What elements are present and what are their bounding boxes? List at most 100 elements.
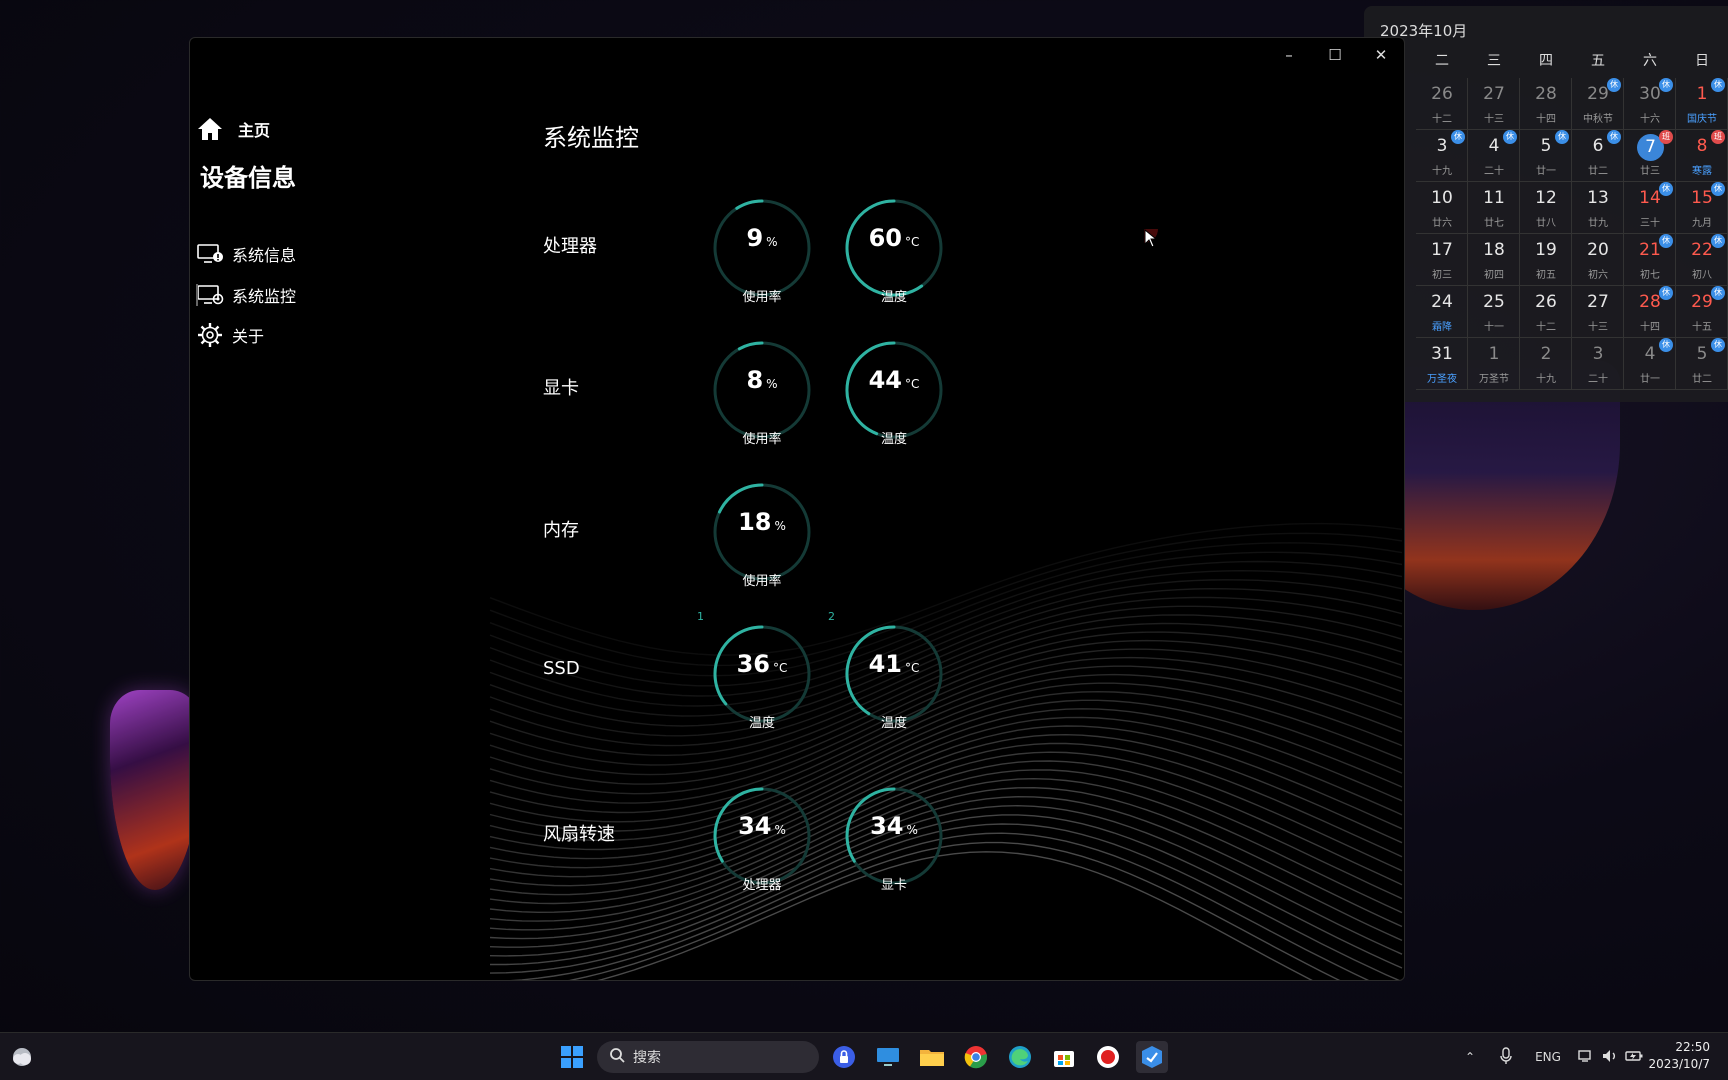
gauge-caption: 温度 bbox=[748, 716, 775, 731]
calendar-day[interactable]: 22 初八休 bbox=[1676, 234, 1728, 286]
calendar-day[interactable]: 29 中秋节休 bbox=[1572, 78, 1624, 130]
sidebar-item-label: 系统监控 bbox=[232, 287, 297, 306]
calendar-lunar-label: 十九 bbox=[1432, 166, 1452, 177]
calendar-day[interactable]: 27 十三 bbox=[1572, 286, 1624, 338]
gauge-fan-gpu: 34% 显卡 bbox=[842, 784, 946, 894]
start-button[interactable] bbox=[556, 1041, 588, 1073]
calendar-day[interactable]: 21 初七休 bbox=[1624, 234, 1676, 286]
holiday-badge: 休 bbox=[1711, 338, 1725, 352]
calendar-day[interactable]: 15 九月休 bbox=[1676, 182, 1728, 234]
calendar-lunar-label: 廿二 bbox=[1692, 374, 1712, 385]
wave-line bbox=[489, 699, 1403, 851]
gauge-cpu-temperature: 60 °C 温度 bbox=[842, 196, 946, 306]
calendar-day[interactable]: 8 寒露班 bbox=[1676, 130, 1728, 182]
input-language[interactable]: ENG bbox=[1528, 1050, 1568, 1064]
calendar-day[interactable]: 11 廿七 bbox=[1468, 182, 1520, 234]
gear-icon bbox=[196, 322, 224, 348]
wave-line bbox=[510, 832, 1370, 980]
wave-line bbox=[489, 708, 1403, 860]
calendar-day[interactable]: 27 十三 bbox=[1468, 78, 1520, 130]
calendar-day[interactable]: 5 廿二休 bbox=[1676, 338, 1728, 390]
battery-icon[interactable] bbox=[1622, 1050, 1646, 1065]
calendar-lunar-label: 十一 bbox=[1484, 322, 1504, 333]
wave-line bbox=[489, 614, 1403, 757]
edge-icon[interactable] bbox=[1004, 1041, 1036, 1073]
calendar-day-number: 18 bbox=[1483, 240, 1505, 260]
calendar-day[interactable]: 18 初四 bbox=[1468, 234, 1520, 286]
file-explorer-icon[interactable] bbox=[916, 1041, 948, 1073]
wave-line bbox=[489, 631, 1403, 776]
calendar-day[interactable]: 4 二十休 bbox=[1468, 130, 1520, 182]
calendar-day[interactable]: 12 廿八 bbox=[1520, 182, 1572, 234]
calendar-day[interactable]: 31 万圣夜 bbox=[1416, 338, 1468, 390]
calendar-day[interactable]: 29 十五休 bbox=[1676, 286, 1728, 338]
calendar-day[interactable]: 1 国庆节休 bbox=[1676, 78, 1728, 130]
calendar-day[interactable]: 5 廿一休 bbox=[1520, 130, 1572, 182]
taskbar-search-box[interactable]: 搜索 bbox=[597, 1041, 819, 1073]
gauge-value: 34% bbox=[738, 812, 786, 840]
calendar-day[interactable]: 30 十六休 bbox=[1624, 78, 1676, 130]
calendar-day[interactable]: 26 十二 bbox=[1416, 78, 1468, 130]
calendar-day[interactable]: 14 三十休 bbox=[1624, 182, 1676, 234]
calendar-day-today[interactable]: 7 廿三班 bbox=[1624, 130, 1676, 182]
volume-icon[interactable] bbox=[1598, 1049, 1622, 1066]
calendar-day[interactable]: 25 十一 bbox=[1468, 286, 1520, 338]
taskbar-clock[interactable]: 22:50 2023/10/7 bbox=[1648, 1039, 1710, 1073]
holiday-badge: 休 bbox=[1659, 78, 1673, 92]
calendar-day-number: 26 bbox=[1535, 292, 1557, 312]
close-button[interactable]: ✕ bbox=[1358, 38, 1404, 72]
calendar-day[interactable]: 1 万圣节 bbox=[1468, 338, 1520, 390]
microsoft-store-icon[interactable] bbox=[1048, 1041, 1080, 1073]
calendar-lunar-label: 中秋节 bbox=[1583, 114, 1613, 125]
calendar-lunar-label: 三十 bbox=[1640, 218, 1660, 229]
calendar-day[interactable]: 13 廿九 bbox=[1572, 182, 1624, 234]
calendar-day[interactable]: 24 霜降 bbox=[1416, 286, 1468, 338]
wave-line bbox=[489, 622, 1403, 766]
weekday-label: 五 bbox=[1591, 53, 1605, 69]
minimize-button[interactable]: – bbox=[1266, 38, 1312, 72]
sidebar-item-system-info[interactable]: 系统信息 bbox=[196, 241, 296, 267]
calendar-day[interactable]: 19 初五 bbox=[1520, 234, 1572, 286]
calendar-day[interactable]: 28 十四休 bbox=[1624, 286, 1676, 338]
calendar-lunar-label: 廿九 bbox=[1588, 218, 1608, 229]
calendar-lunar-label: 十二 bbox=[1536, 322, 1556, 333]
calendar-day-number: 11 bbox=[1483, 188, 1505, 208]
gauge-caption: 使用率 bbox=[742, 574, 782, 589]
wave-line bbox=[489, 725, 1403, 878]
calendar-day[interactable]: 26 十二 bbox=[1520, 286, 1572, 338]
wave-line bbox=[489, 777, 1403, 931]
sidebar-item-about[interactable]: 关于 bbox=[196, 322, 264, 348]
chrome-icon[interactable] bbox=[960, 1041, 992, 1073]
holiday-badge: 休 bbox=[1503, 130, 1517, 144]
calendar-day[interactable]: 6 廿二休 bbox=[1572, 130, 1624, 182]
weekday-label: 四 bbox=[1539, 53, 1553, 69]
holiday-badge: 休 bbox=[1711, 286, 1725, 300]
weather-icon[interactable] bbox=[6, 1041, 38, 1073]
calendar-day[interactable]: 4 廿一休 bbox=[1624, 338, 1676, 390]
calendar-day[interactable]: 2 十九 bbox=[1520, 338, 1572, 390]
system-monitor-app-icon[interactable] bbox=[1136, 1041, 1168, 1073]
calendar-day[interactable]: 17 初三 bbox=[1416, 234, 1468, 286]
calendar-lunar-label: 十九 bbox=[1536, 374, 1556, 385]
calendar-day[interactable]: 10 廿六 bbox=[1416, 182, 1468, 234]
maximize-button[interactable]: ☐ bbox=[1312, 38, 1358, 72]
wave-line bbox=[489, 596, 1403, 737]
screen-recorder-icon[interactable] bbox=[1092, 1041, 1124, 1073]
network-icon[interactable] bbox=[1574, 1049, 1598, 1066]
calendar-lunar-label: 廿一 bbox=[1640, 374, 1660, 385]
weekday-label: 六 bbox=[1643, 53, 1657, 69]
calendar-day[interactable]: 3 十九休 bbox=[1416, 130, 1468, 182]
security-app-icon[interactable] bbox=[828, 1041, 860, 1073]
calendar-day[interactable]: 20 初六 bbox=[1572, 234, 1624, 286]
nav-home[interactable]: 主页 bbox=[196, 116, 270, 142]
sidebar-item-system-monitor[interactable]: 系统监控 bbox=[196, 282, 296, 308]
calendar-lunar-label: 十四 bbox=[1640, 322, 1660, 333]
microphone-icon[interactable] bbox=[1488, 1046, 1524, 1068]
chevron-up-icon[interactable]: ⌃ bbox=[1460, 1050, 1480, 1064]
ssd-index-label: 2 bbox=[828, 610, 835, 623]
calendar-day[interactable]: 28 十四 bbox=[1520, 78, 1572, 130]
section-title: 设备信息 bbox=[200, 164, 296, 192]
remote-desktop-icon[interactable] bbox=[872, 1041, 904, 1073]
wave-line bbox=[489, 665, 1403, 814]
calendar-day[interactable]: 3 二十 bbox=[1572, 338, 1624, 390]
